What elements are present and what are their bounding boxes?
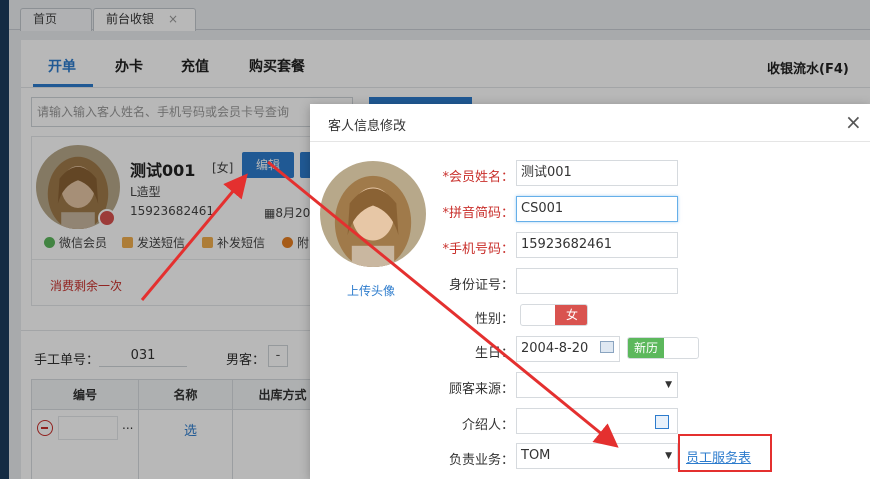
birthday-label: 生日：	[474, 346, 514, 361]
sex-toggle[interactable]: 女	[520, 304, 588, 326]
chevron-down-icon: ▼	[665, 451, 672, 461]
highlight-box	[678, 434, 772, 472]
id-label: 身份证号：	[448, 278, 514, 293]
guest-edit-dialog: 客人信息修改 × 上传头像 *会员姓名： 测试001 *拼音简码： CS001 …	[310, 104, 870, 479]
name-label-text: 会员姓名：	[448, 170, 514, 185]
phone-label-text: 手机号码：	[448, 242, 514, 257]
referrer-input[interactable]	[516, 408, 678, 434]
pinyin-label-text: 拼音简码：	[448, 206, 514, 221]
source-label: 顾客来源：	[448, 382, 514, 397]
pointer-icon[interactable]	[655, 415, 669, 429]
close-icon[interactable]: ×	[845, 110, 862, 134]
sex-toggle-value: 女	[555, 305, 587, 325]
pinyin-label: *拼音简码：	[424, 202, 514, 221]
calendar-icon[interactable]	[600, 341, 614, 353]
referrer-label: 介绍人：	[461, 418, 514, 433]
name-input[interactable]: 测试001	[516, 160, 678, 186]
staff-label: 负责业务：	[448, 453, 514, 468]
source-select[interactable]: ▼	[516, 372, 678, 398]
staff-select[interactable]: TOM ▼	[516, 443, 678, 469]
dialog-title: 客人信息修改	[328, 119, 407, 134]
chevron-down-icon: ▼	[665, 380, 672, 390]
dialog-header: 客人信息修改 ×	[310, 104, 870, 142]
name-label: *会员姓名：	[424, 166, 514, 185]
phone-input[interactable]: 15923682461	[516, 232, 678, 258]
calendar-type-toggle[interactable]: 新历	[627, 337, 699, 359]
sex-label: 性别：	[474, 312, 514, 327]
phone-label: *手机号码：	[424, 238, 514, 257]
upload-avatar-link[interactable]: 上传头像	[347, 282, 395, 299]
staff-select-value: TOM	[521, 448, 551, 463]
pinyin-input[interactable]: CS001	[516, 196, 678, 222]
avatar[interactable]	[320, 161, 426, 267]
calendar-type-value: 新历	[628, 338, 664, 358]
id-input[interactable]	[516, 268, 678, 294]
